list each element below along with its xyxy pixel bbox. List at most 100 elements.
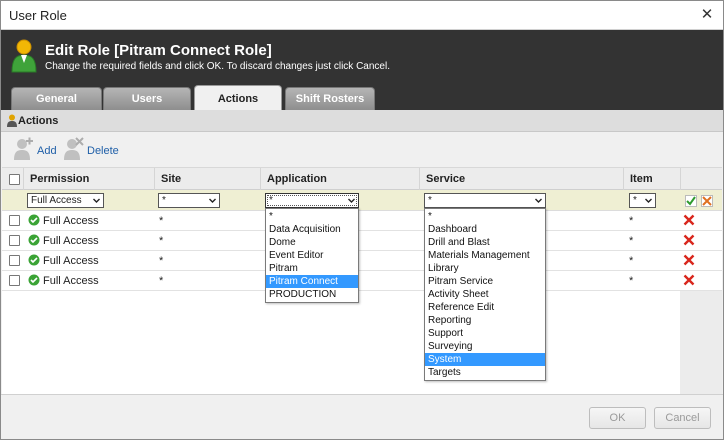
site-select-value: * xyxy=(162,195,166,206)
site-select[interactable]: * xyxy=(158,193,220,208)
item-cell: * xyxy=(629,215,634,227)
service-option[interactable]: Targets xyxy=(425,366,545,379)
application-option[interactable]: Pitram xyxy=(266,262,358,275)
chevron-down-icon xyxy=(209,198,216,203)
check-circle-icon xyxy=(28,274,40,286)
service-option[interactable]: Dashboard xyxy=(425,223,545,236)
service-option[interactable]: Materials Management xyxy=(425,249,545,262)
tab-users[interactable]: Users xyxy=(103,87,191,110)
chevron-down-icon xyxy=(348,198,355,203)
application-option-highlighted[interactable]: Pitram Connect xyxy=(266,275,358,288)
select-all-checkbox[interactable] xyxy=(9,174,20,185)
item-select-value: * xyxy=(633,195,637,206)
service-option[interactable]: Surveying xyxy=(425,340,545,353)
actions-grid: Permission Site Application Service Item… xyxy=(2,167,722,394)
table-row[interactable]: Full Access * * xyxy=(2,271,722,291)
page-title: Edit Role [Pitram Connect Role] xyxy=(45,42,272,59)
add-button[interactable]: Add xyxy=(12,136,57,162)
delete-label: Delete xyxy=(87,145,119,157)
delete-row-icon[interactable] xyxy=(683,274,695,286)
site-cell: * xyxy=(159,275,164,287)
site-cell: * xyxy=(159,255,164,267)
delete-row-icon[interactable] xyxy=(683,254,695,266)
column-permission[interactable]: Permission xyxy=(23,168,154,190)
chevron-down-icon xyxy=(535,198,542,203)
cancel-edit-icon[interactable] xyxy=(701,195,713,207)
add-user-icon xyxy=(14,137,33,160)
chevron-down-icon xyxy=(93,198,100,203)
permission-select[interactable]: Full Access xyxy=(27,193,104,208)
row-checkbox[interactable] xyxy=(9,215,20,226)
section-label: Actions xyxy=(18,115,59,127)
window-title: User Role xyxy=(9,8,67,23)
item-cell: * xyxy=(629,235,634,247)
user-icon xyxy=(7,114,17,127)
row-checkbox[interactable] xyxy=(9,235,20,246)
edit-row: Full Access * * * * xyxy=(2,190,722,211)
add-label: Add xyxy=(37,145,57,157)
delete-row-icon[interactable] xyxy=(683,214,695,226)
confirm-check-icon[interactable] xyxy=(685,195,697,207)
service-option[interactable]: Reference Edit xyxy=(425,301,545,314)
user-role-dialog: User Role ✕ Edit Role [Pitram Connect Ro… xyxy=(0,0,724,440)
application-option[interactable]: PRODUCTION xyxy=(266,288,358,301)
site-cell: * xyxy=(159,215,164,227)
service-option[interactable]: Activity Sheet xyxy=(425,288,545,301)
column-application[interactable]: Application xyxy=(260,168,419,190)
delete-user-icon xyxy=(64,137,84,160)
user-icon xyxy=(11,39,37,73)
application-select-value: * xyxy=(269,195,273,206)
actions-section-header: Actions xyxy=(1,110,723,132)
site-cell: * xyxy=(159,235,164,247)
service-option[interactable]: Library xyxy=(425,262,545,275)
service-option[interactable]: * xyxy=(425,210,545,223)
permission-cell: Full Access xyxy=(43,215,99,227)
toolbar: Add Delete xyxy=(1,132,723,166)
tab-general[interactable]: General xyxy=(11,87,102,110)
column-item[interactable]: Item xyxy=(623,168,680,190)
tab-shift-rosters[interactable]: Shift Rosters xyxy=(285,87,375,110)
application-select[interactable]: * xyxy=(265,193,359,208)
application-dropdown-list: * Data Acquisition Dome Event Editor Pit… xyxy=(265,208,359,303)
service-option-highlighted[interactable]: System xyxy=(425,353,545,366)
service-option[interactable]: Drill and Blast xyxy=(425,236,545,249)
item-cell: * xyxy=(629,255,634,267)
table-row[interactable]: Full Access * * xyxy=(2,251,722,271)
application-option[interactable]: Dome xyxy=(266,236,358,249)
application-option[interactable]: * xyxy=(266,210,358,223)
tab-bar: General Users Actions Shift Rosters xyxy=(1,85,723,110)
row-checkbox[interactable] xyxy=(9,255,20,266)
service-option[interactable]: Reporting xyxy=(425,314,545,327)
ok-button[interactable]: OK xyxy=(589,407,646,429)
grid-header: Permission Site Application Service Item xyxy=(2,167,722,190)
table-row[interactable]: Full Access * * xyxy=(2,231,722,251)
title-bar: User Role ✕ xyxy=(1,1,723,30)
service-select-value: * xyxy=(428,195,432,206)
dialog-header: Edit Role [Pitram Connect Role] Change t… xyxy=(1,30,723,110)
item-select[interactable]: * xyxy=(629,193,656,208)
service-select[interactable]: * xyxy=(424,193,546,208)
cancel-button[interactable]: Cancel xyxy=(654,407,711,429)
table-row[interactable]: Full Access * * xyxy=(2,211,722,231)
item-cell: * xyxy=(629,275,634,287)
permission-select-value: Full Access xyxy=(31,195,82,206)
application-option[interactable]: Data Acquisition xyxy=(266,223,358,236)
check-circle-icon xyxy=(28,234,40,246)
service-dropdown-list: * Dashboard Drill and Blast Materials Ma… xyxy=(424,208,546,381)
delete-row-icon[interactable] xyxy=(683,234,695,246)
close-icon[interactable]: ✕ xyxy=(699,7,715,23)
application-option[interactable]: Event Editor xyxy=(266,249,358,262)
check-circle-icon xyxy=(28,254,40,266)
chevron-down-icon xyxy=(645,198,652,203)
row-checkbox[interactable] xyxy=(9,275,20,286)
service-option[interactable]: Support xyxy=(425,327,545,340)
dialog-footer: OK Cancel xyxy=(1,394,723,439)
delete-button[interactable]: Delete xyxy=(62,136,119,162)
column-site[interactable]: Site xyxy=(154,168,260,190)
permission-cell: Full Access xyxy=(43,275,99,287)
permission-cell: Full Access xyxy=(43,255,99,267)
tab-actions[interactable]: Actions xyxy=(194,85,282,110)
check-circle-icon xyxy=(28,214,40,226)
service-option[interactable]: Pitram Service xyxy=(425,275,545,288)
column-service[interactable]: Service xyxy=(419,168,623,190)
